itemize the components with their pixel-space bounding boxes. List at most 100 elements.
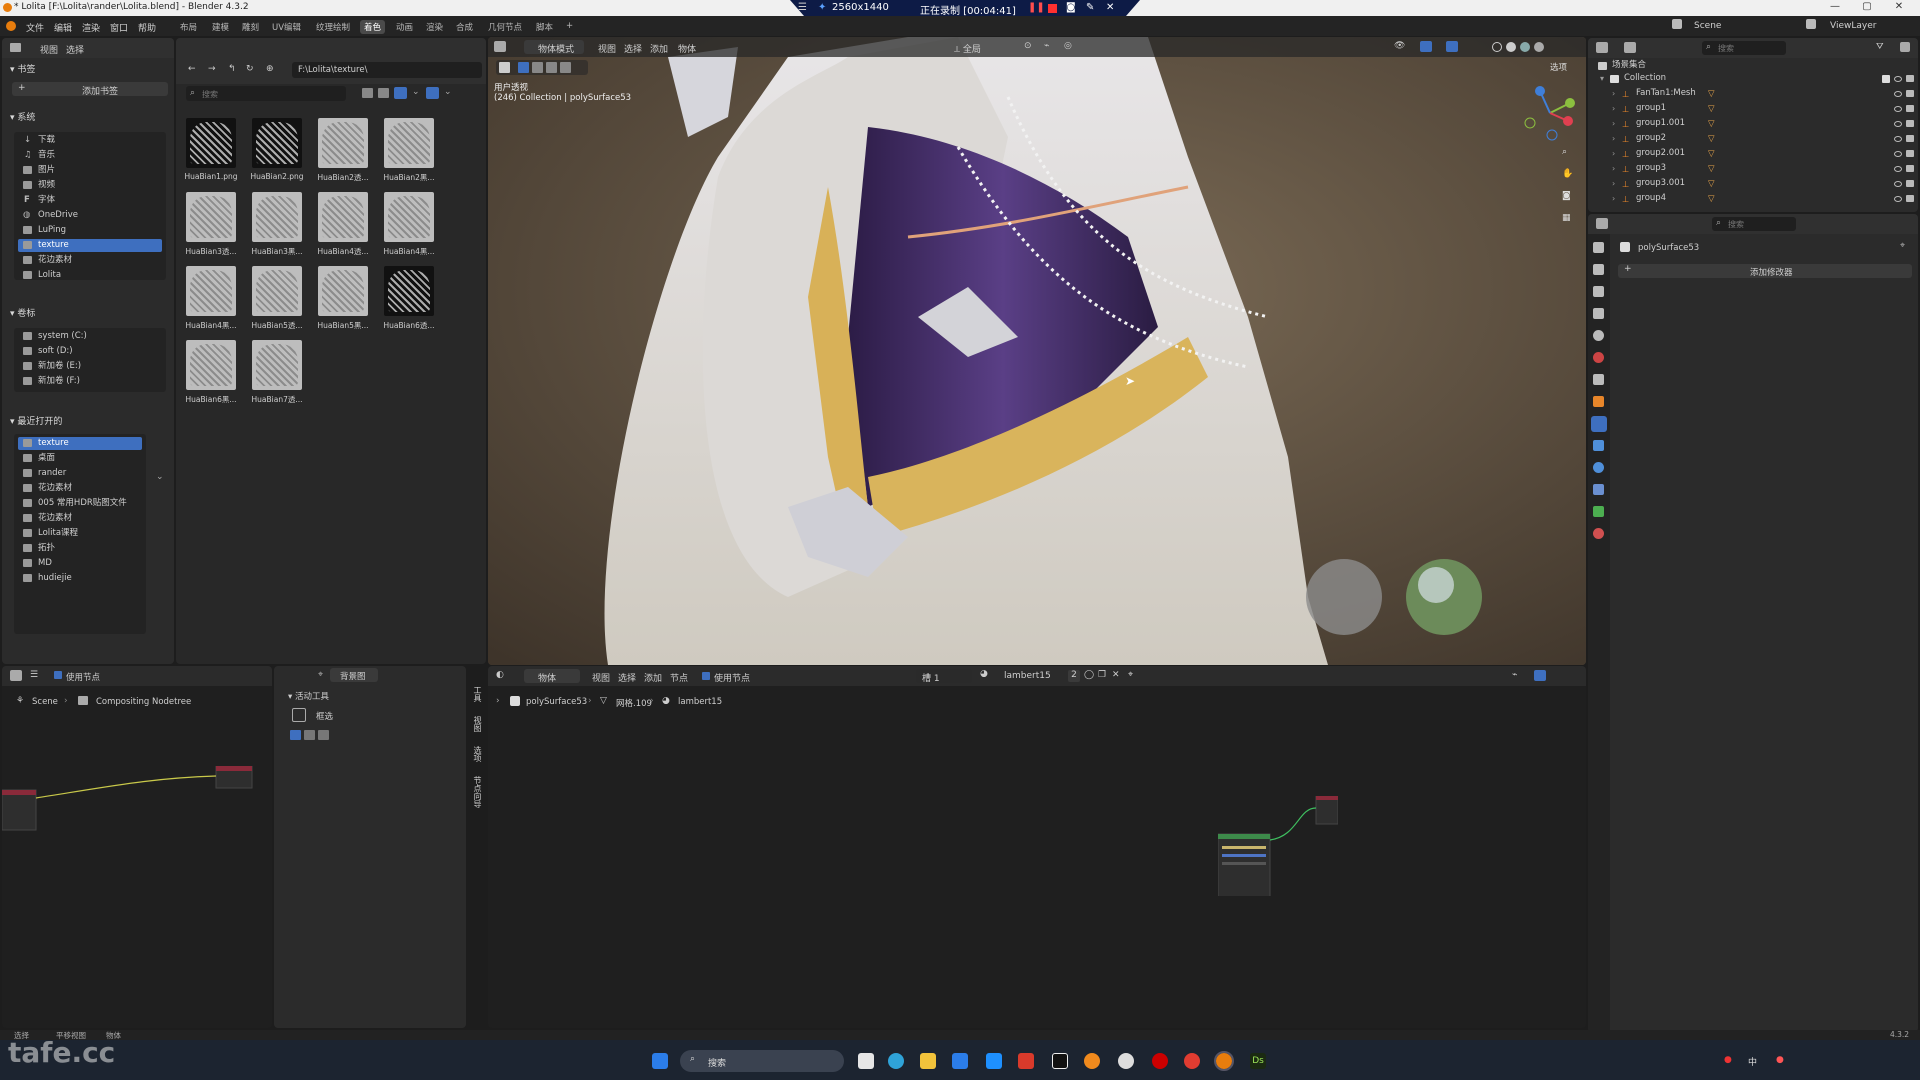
viewport-menu-add[interactable]: 添加 (650, 42, 668, 55)
ds-app-icon[interactable]: Ds (1250, 1053, 1266, 1069)
mode-dropdown[interactable]: 物体模式 (524, 40, 584, 55)
display-options-icon[interactable]: ⌄ (412, 87, 420, 97)
volume-e[interactable]: 新加卷 (E:) (18, 360, 162, 373)
app-icon[interactable] (1118, 1053, 1134, 1069)
particles-tab-icon[interactable] (1593, 440, 1604, 451)
pin-icon[interactable]: ✦ (818, 2, 826, 13)
tab-rendering[interactable]: 渲染 (422, 20, 447, 34)
viewport-menu-object[interactable]: 物体 (678, 42, 696, 55)
file-thumbnail[interactable] (384, 192, 434, 242)
file-thumbnail[interactable] (186, 118, 236, 168)
system-item-lolita[interactable]: Lolita (18, 269, 162, 279)
microphone-icon[interactable]: ● (1724, 1055, 1732, 1065)
file-thumbnail[interactable] (186, 266, 236, 316)
tab-uv-editing[interactable]: UV编辑 (268, 20, 305, 34)
forward-icon[interactable]: → (208, 64, 216, 74)
chevron-down-icon[interactable]: ⌄ (156, 472, 164, 482)
file-thumbnail[interactable] (186, 340, 236, 390)
select-new-icon[interactable] (290, 730, 301, 740)
expand-icon[interactable]: › (1612, 102, 1615, 115)
eye-icon[interactable] (1894, 106, 1902, 112)
eye-icon[interactable] (1894, 151, 1902, 157)
breadcrumb-scene[interactable]: Scene (32, 697, 58, 707)
expand-icon[interactable]: › (1612, 192, 1615, 205)
file-thumbnail[interactable] (384, 266, 434, 316)
material-icon[interactable]: ◕ (980, 669, 988, 679)
back-icon[interactable]: ← (188, 64, 196, 74)
eye-icon[interactable] (1894, 76, 1902, 82)
pin-icon[interactable]: ⌖ (1128, 670, 1133, 680)
recent-item[interactable]: hudiejie (18, 572, 142, 585)
filter-icon[interactable]: ⛛ (1876, 42, 1884, 52)
scene-tab-icon[interactable] (1593, 330, 1604, 341)
filter-icon[interactable] (426, 87, 439, 99)
add-modifier-button[interactable]: + 添加修改器 (1618, 264, 1912, 278)
output-tab-icon[interactable] (1593, 286, 1604, 297)
expand-icon[interactable]: › (1612, 147, 1615, 160)
camera-icon[interactable]: ◙ (1066, 2, 1076, 13)
system-item-videos[interactable]: 视频 (18, 179, 162, 192)
store-icon[interactable] (952, 1053, 968, 1069)
eye-icon[interactable] (1894, 121, 1902, 127)
editor-type-icon[interactable] (10, 43, 21, 52)
recent-item[interactable]: 花边素材 (18, 482, 142, 495)
tab-shading[interactable]: 着色 (360, 20, 386, 34)
filter-options-icon[interactable]: ⌄ (444, 87, 452, 97)
wireframe-shading-icon[interactable] (1492, 42, 1502, 52)
tab-compositing[interactable]: 合成 (452, 20, 477, 34)
select-subtract-icon[interactable] (546, 62, 557, 73)
system-item-pictures[interactable]: 图片 (18, 164, 162, 177)
outliner-item[interactable]: › ⊥ FanTan1:Mesh ▽ (1596, 87, 1914, 100)
outliner-item[interactable]: › ⊥ group4 ▽ (1596, 192, 1914, 205)
material-output-node[interactable] (1315, 796, 1338, 825)
eye-icon[interactable] (1894, 196, 1902, 202)
gizmo-neg-z-handle[interactable] (1546, 129, 1558, 141)
tray-app-icon[interactable]: ● (1776, 1055, 1784, 1065)
proportional-edit-icon[interactable]: ◎ (1064, 41, 1072, 51)
file-thumbnail[interactable] (252, 118, 302, 168)
file-thumbnail[interactable] (318, 192, 368, 242)
app-icon[interactable] (986, 1053, 1002, 1069)
file-thumbnail[interactable] (318, 266, 368, 316)
outliner-search-input[interactable]: ⌕ 搜索 (1702, 41, 1786, 55)
minimize-button[interactable]: — (1820, 1, 1850, 12)
snap-icon[interactable]: ⌁ (1512, 670, 1517, 680)
camera-icon[interactable] (1906, 180, 1914, 187)
select-extend-icon[interactable] (532, 62, 543, 73)
new-folder-icon[interactable]: ⊕ (266, 64, 274, 74)
edge-browser-icon[interactable] (888, 1053, 904, 1069)
shader-menu-add[interactable]: 添加 (644, 671, 662, 684)
render-layers-node[interactable] (2, 789, 37, 831)
file-thumbnail[interactable] (318, 118, 368, 168)
outliner-item[interactable]: › ⊥ group2.001 ▽ (1596, 147, 1914, 160)
system-item-fonts[interactable]: F 字体 (18, 194, 162, 207)
menu-select[interactable]: 选择 (66, 43, 84, 56)
navigation-gizmo[interactable] (1520, 83, 1580, 143)
side-tab-node-wrangler[interactable]: 节点向导 (472, 776, 483, 808)
volume-c[interactable]: system (C:) (18, 330, 162, 343)
close-window-button[interactable]: ✕ (1884, 1, 1914, 12)
outliner-item[interactable]: › ⊥ group1 ▽ (1596, 102, 1914, 115)
overlay-toggle-icon[interactable] (1446, 41, 1458, 52)
backdrop-button[interactable]: 背景图 (330, 668, 378, 682)
material-shading-icon[interactable] (1520, 42, 1530, 52)
material-name[interactable]: lambert15 (1004, 671, 1051, 681)
menu-edit[interactable]: 编辑 (54, 21, 72, 34)
app-icon[interactable] (1084, 1053, 1100, 1069)
collection-row[interactable]: ▾ Collection (1596, 72, 1914, 85)
select-new-icon[interactable] (518, 62, 529, 73)
system-item-texture[interactable]: texture (18, 239, 162, 252)
volumes-header[interactable]: ▾ 卷标 (10, 306, 35, 319)
tab-layout[interactable]: 布局 (176, 20, 201, 34)
side-tab-tool[interactable]: 工具 (472, 686, 483, 702)
pen-icon[interactable]: ✎ (1086, 2, 1094, 13)
compositor-editor[interactable]: ☰ 使用节点 ⚘ Scene › Compositing Nodetree (2, 666, 272, 1028)
tab-animation[interactable]: 动画 (392, 20, 417, 34)
scene-name[interactable]: Scene (1694, 21, 1721, 31)
camera-icon[interactable] (1906, 195, 1914, 202)
breadcrumb-object[interactable]: polySurface53 (526, 697, 587, 707)
file-explorer-icon[interactable] (920, 1053, 936, 1069)
shader-menu-view[interactable]: 视图 (592, 671, 610, 684)
new-collection-icon[interactable] (1900, 42, 1910, 52)
camera-icon[interactable] (1906, 90, 1914, 97)
